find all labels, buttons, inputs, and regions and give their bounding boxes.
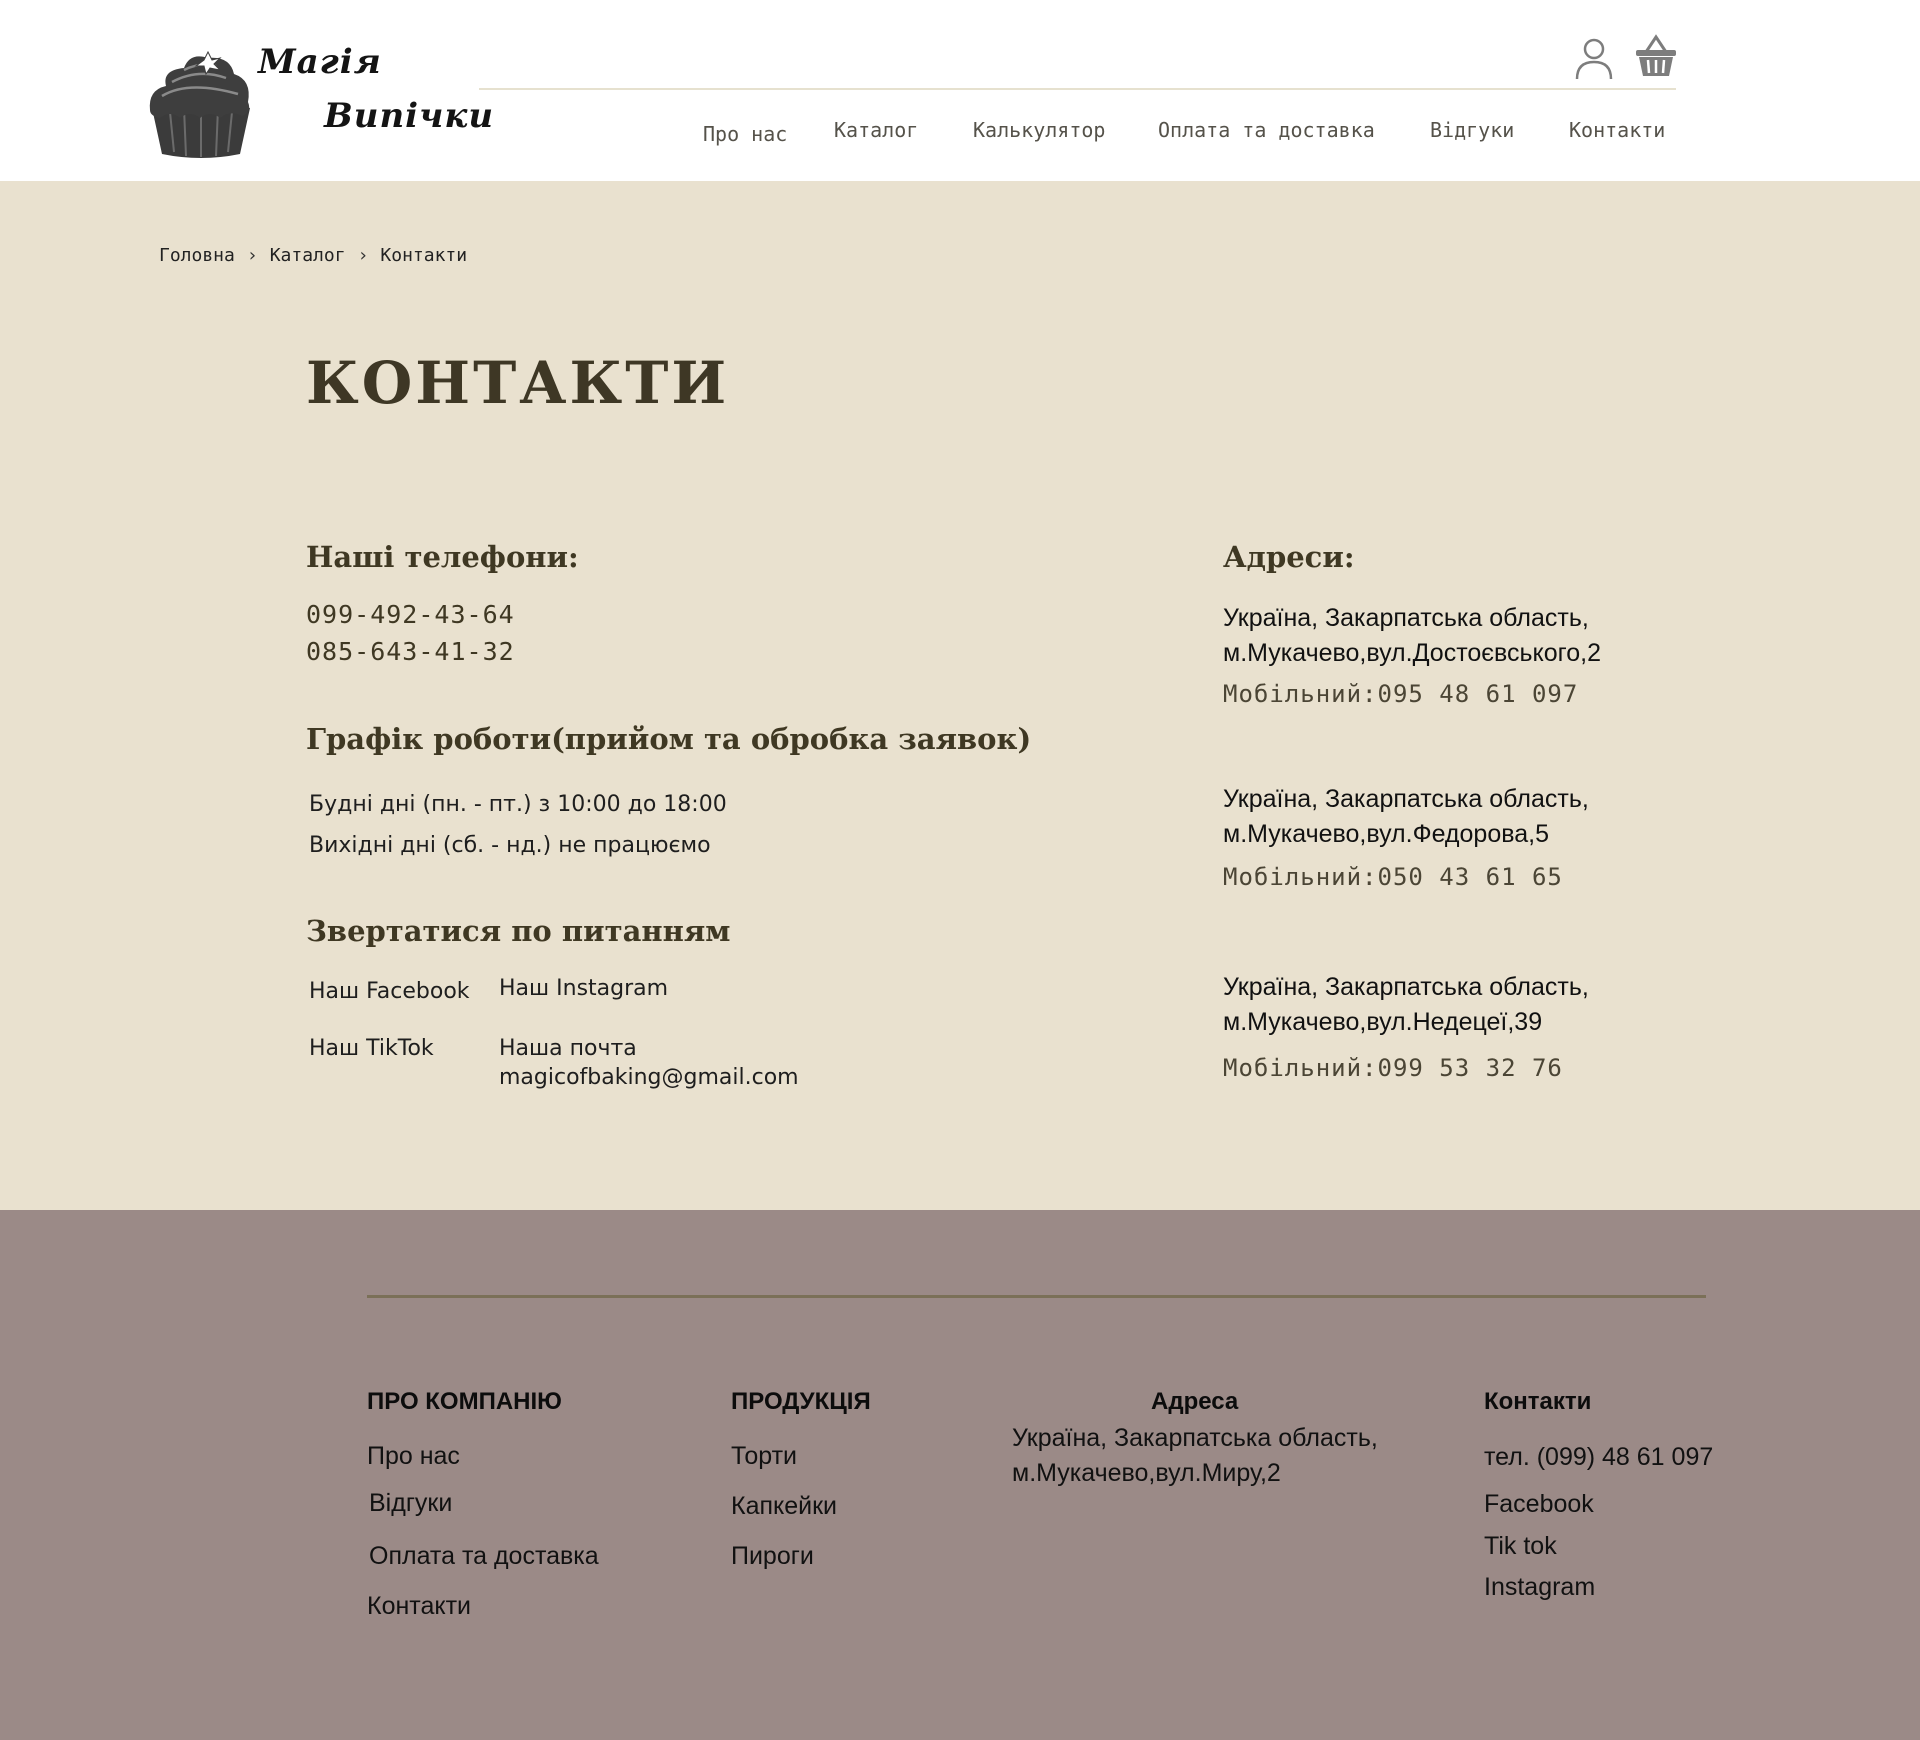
phones-heading: Наші телефони:	[306, 540, 579, 574]
contact-heading: Звертатися по питанням	[306, 914, 731, 948]
footer-link-tiktok[interactable]: Tik tok	[1484, 1532, 1557, 1561]
footer-company-heading: ПРО КОМПАНІЮ	[367, 1388, 562, 1415]
nav-payment-delivery[interactable]: Оплата та доставка	[1158, 118, 1375, 158]
instagram-link[interactable]: Наш Instagram	[499, 976, 668, 1001]
breadcrumb-current: Контакти	[380, 245, 468, 266]
address-line: Україна, Закарпатська область,	[1223, 785, 1589, 813]
schedule-weekend: Вихідні дні (сб. - нд.) не працюємо	[309, 833, 711, 858]
breadcrumb: Головна › Каталог › Контакти	[159, 245, 467, 266]
footer-address-line: Україна, Закарпатська область,	[1012, 1424, 1378, 1452]
footer-address-heading: Адреса	[1151, 1388, 1239, 1415]
nav-about[interactable]: Про нас	[703, 122, 787, 162]
footer-link-contacts[interactable]: Контакти	[367, 1592, 471, 1621]
phone-number[interactable]: 099-492-43-64	[306, 600, 515, 629]
footer-link-instagram[interactable]: Instagram	[1484, 1573, 1595, 1602]
address-line: Україна, Закарпатська область,	[1223, 604, 1589, 632]
footer-contacts-heading: Контакти	[1484, 1388, 1592, 1415]
logo-text-line2: Випічки	[324, 96, 495, 136]
footer-phone[interactable]: тел. (099) 48 61 097	[1484, 1443, 1713, 1472]
header-divider	[479, 88, 1676, 90]
user-icon[interactable]	[1574, 36, 1614, 80]
footer-link-pies[interactable]: Пироги	[731, 1542, 814, 1571]
site-header: Магія Випічки Про нас Каталог Калькулято…	[0, 0, 1920, 181]
address-line: м.Мукачево,вул.Достоєвського,2	[1223, 639, 1601, 667]
schedule-heading: Графік роботи(прийом та обробка заявок)	[306, 722, 1032, 756]
nav-calculator[interactable]: Калькулятор	[973, 118, 1105, 158]
cupcake-icon	[149, 50, 250, 158]
footer-address-line: м.Мукачево,вул.Миру,2	[1012, 1459, 1281, 1487]
page-title: КОНТАКТИ	[306, 349, 730, 417]
phone-number[interactable]: 085-643-41-32	[306, 637, 515, 666]
contacts-main: Головна › Каталог › Контакти КОНТАКТИ Наші т…	[0, 181, 1920, 1210]
footer-link-cupcakes[interactable]: Капкейки	[731, 1492, 837, 1521]
schedule-weekdays: Будні дні (пн. - пт.) з 10:00 до 18:00	[309, 792, 727, 817]
nav-reviews[interactable]: Відгуки	[1430, 118, 1514, 158]
nav-catalog[interactable]: Каталог	[834, 118, 918, 158]
address-mobile[interactable]: Мобільний:095 48 61 097	[1223, 680, 1578, 708]
footer-link-cakes[interactable]: Торти	[731, 1442, 797, 1471]
footer-divider	[367, 1295, 1706, 1298]
site-footer: ПРО КОМПАНІЮ Про нас Відгуки Оплата та д…	[0, 1210, 1920, 1740]
addresses-heading: Адреси:	[1223, 540, 1355, 574]
breadcrumb-home[interactable]: Головна	[159, 245, 235, 266]
footer-link-facebook[interactable]: Facebook	[1484, 1490, 1594, 1519]
address-mobile[interactable]: Мобільний:050 43 61 65	[1223, 863, 1563, 891]
footer-link-about[interactable]: Про нас	[367, 1442, 460, 1471]
nav-contacts[interactable]: Контакти	[1569, 118, 1665, 158]
logo-text-line1: Магія	[258, 42, 382, 82]
logo[interactable]: Магія Випічки	[148, 40, 493, 160]
email-link[interactable]: magicofbaking@gmail.com	[499, 1065, 799, 1090]
breadcrumb-separator: ›	[246, 245, 258, 266]
breadcrumb-catalog[interactable]: Каталог	[270, 245, 346, 266]
facebook-link[interactable]: Наш Facebook	[309, 979, 470, 1004]
footer-products-heading: ПРОДУКЦІЯ	[731, 1388, 871, 1415]
address-line: м.Мукачево,вул.Федорова,5	[1223, 820, 1549, 848]
footer-link-reviews[interactable]: Відгуки	[369, 1489, 452, 1518]
address-line: Україна, Закарпатська область,	[1223, 973, 1589, 1001]
address-line: м.Мукачево,вул.Недецеї,39	[1223, 1008, 1543, 1036]
footer-link-payment-delivery[interactable]: Оплата та доставка	[369, 1542, 599, 1571]
breadcrumb-separator: ›	[357, 245, 369, 266]
address-mobile[interactable]: Мобільний:099 53 32 76	[1223, 1054, 1563, 1082]
basket-icon[interactable]	[1634, 34, 1678, 78]
mail-label: Наша почта	[499, 1036, 637, 1061]
tiktok-link[interactable]: Наш TikTok	[309, 1036, 434, 1061]
